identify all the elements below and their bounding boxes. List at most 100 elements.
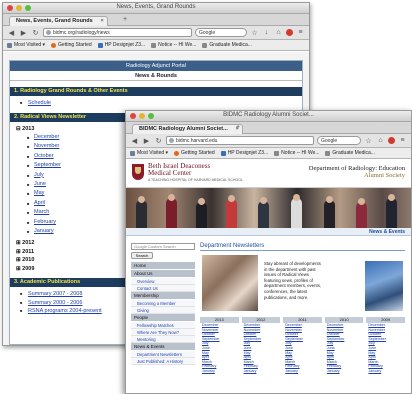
url-bar[interactable]: bidmc.org/radiology/news xyxy=(43,28,192,37)
bookmark-hp-designjet[interactable]: HP Designjet Z3... xyxy=(97,42,145,48)
nav-item-history[interactable]: Just Published: A History xyxy=(131,358,195,365)
firefox-icon xyxy=(174,150,180,156)
photo-person-head xyxy=(260,197,267,204)
newsletter-month-link[interactable]: January xyxy=(200,369,239,374)
search-input[interactable]: Google xyxy=(195,28,247,37)
search-input[interactable]: Google xyxy=(317,136,361,145)
home-icon[interactable]: ⌂ xyxy=(376,136,385,145)
firefox-icon xyxy=(51,42,57,48)
bookmark-hp-designjet[interactable]: HP Designjet Z3... xyxy=(220,150,268,156)
portal-title: Radiology Adjunct Portal xyxy=(10,61,302,71)
photo-person xyxy=(226,199,237,228)
photo-person-head xyxy=(228,195,235,202)
home-icon[interactable]: ⌂ xyxy=(274,28,283,37)
photo-person xyxy=(258,201,269,228)
bookmark-graduate-medical[interactable]: Graduate Medica... xyxy=(325,150,375,156)
url-bar[interactable]: bidmc.harvard.edu xyxy=(166,136,314,145)
forward-icon[interactable]: ▶ xyxy=(19,28,28,37)
menu-icon[interactable]: ≡ xyxy=(398,136,407,145)
brand-name[interactable]: Beth Israel Deaconess Medical Center xyxy=(148,163,210,177)
url-text: bidmc.harvard.edu xyxy=(176,137,218,144)
bookmarks-toolbar: Most Visited ▾ Getting Started HP Design… xyxy=(126,148,411,159)
site-search-input[interactable]: Google Custom Search xyxy=(131,243,195,250)
menu-icon[interactable]: ≡ xyxy=(296,28,305,37)
newsletter-month-link[interactable]: January xyxy=(283,369,322,374)
nav-item-where-now[interactable]: Where Are They Now? xyxy=(131,329,195,336)
bookmark-most-visited[interactable]: Most Visited ▾ xyxy=(130,150,168,156)
nav-item-overview[interactable]: Overview xyxy=(131,278,195,285)
main-content: Department Newsletters Stay abreast of d… xyxy=(200,243,405,393)
title-bar[interactable]: News, Events, Grand Rounds xyxy=(3,3,309,14)
tab-news-events[interactable]: News, Events, Grand Rounds × xyxy=(9,16,108,26)
portal-subtitle: News & Rounds xyxy=(10,71,302,81)
newsletter-year-column: 2013 December November October September July… xyxy=(200,317,239,374)
newsletter-month-link[interactable]: January xyxy=(325,369,364,374)
bookmark-icon xyxy=(7,42,12,48)
content-description: Stay abreast of developments in the depa… xyxy=(264,261,322,300)
photo-person-head xyxy=(293,194,300,201)
newsletter-photo xyxy=(202,255,258,311)
download-icon[interactable]: ↓ xyxy=(262,28,271,37)
page-icon xyxy=(97,42,103,48)
back-icon[interactable]: ◀ xyxy=(130,136,139,145)
site-body: Google Custom Search Search Home About U… xyxy=(126,237,411,393)
photo-person xyxy=(196,202,207,228)
nav-header-news[interactable]: News & Events xyxy=(131,343,195,351)
window-title: News, Events, Grand Rounds xyxy=(116,4,196,10)
star-icon[interactable]: ☆ xyxy=(250,28,259,37)
tab-alumni-society[interactable]: BIDMC Radiology Alumni Societ... × xyxy=(132,124,243,134)
tab-bar: News, Events, Grand Rounds × + xyxy=(3,14,309,26)
bookmark-most-visited[interactable]: Most Visited ▾ xyxy=(7,42,45,48)
photo-person xyxy=(356,202,367,228)
bookmark-notice[interactable]: Notice -- HI We... xyxy=(151,42,196,48)
page-icon xyxy=(220,150,226,156)
newsletter-month-link[interactable]: January xyxy=(366,369,405,374)
link-schedule[interactable]: Schedule xyxy=(20,99,302,108)
bidmc-shield-logo[interactable] xyxy=(132,164,144,180)
bookmark-getting-started[interactable]: Getting Started xyxy=(174,150,215,156)
nav-header-membership[interactable]: Membership xyxy=(131,292,195,300)
site-header: Beth Israel Deaconess Medical Center A T… xyxy=(126,160,411,188)
newsletter-year-column: 2012 December November October September July… xyxy=(241,317,281,374)
addon-icon[interactable] xyxy=(388,137,395,144)
bookmark-notice[interactable]: Notice -- HI We... xyxy=(274,150,319,156)
nav-item-newsletters[interactable]: Department Newsletters xyxy=(131,351,195,358)
star-icon[interactable]: ☆ xyxy=(364,136,373,145)
page-icon xyxy=(274,150,280,156)
site-search-button[interactable]: Search xyxy=(131,252,153,259)
newsletter-month-link[interactable]: January xyxy=(242,369,281,374)
nav-item-giving[interactable]: Giving xyxy=(131,307,195,314)
photo-person-head xyxy=(138,196,145,203)
site-identity-icon xyxy=(46,30,51,35)
photo-person-head xyxy=(198,198,205,205)
bookmark-graduate-medical[interactable]: Graduate Medica... xyxy=(202,42,252,48)
search-placeholder: Google xyxy=(321,138,338,144)
nav-header-about[interactable]: About Us xyxy=(131,270,195,278)
page-icon xyxy=(325,150,331,156)
bookmark-getting-started[interactable]: Getting Started xyxy=(51,42,92,48)
navigation-toolbar: ◀ ▶ ↻ bidmc.org/radiology/news Google ☆ … xyxy=(3,26,309,40)
new-tab-icon[interactable]: + xyxy=(236,124,240,131)
reload-icon[interactable]: ↻ xyxy=(31,28,40,37)
title-bar[interactable]: BIDMC Radiology Alumni Societ... xyxy=(126,111,411,122)
nav-item-becoming-member[interactable]: Becoming a Member xyxy=(131,300,195,307)
close-tab-icon[interactable]: × xyxy=(101,18,104,24)
left-navigation: Google Custom Search Search Home About U… xyxy=(131,243,195,365)
section-nav-label[interactable]: News & Events xyxy=(126,228,411,236)
nav-header-home[interactable]: Home xyxy=(131,262,195,270)
brand-tagline: A TEACHING HOSPITAL OF HARVARD MEDICAL S… xyxy=(148,178,243,182)
back-icon[interactable]: ◀ xyxy=(7,28,16,37)
new-tab-icon[interactable]: + xyxy=(123,16,127,23)
nav-item-contact[interactable]: Contact Us xyxy=(131,285,195,292)
forward-icon[interactable]: ▶ xyxy=(142,136,151,145)
url-text: bidmc.org/radiology/news xyxy=(53,29,110,36)
page-icon xyxy=(151,42,157,48)
reload-icon[interactable]: ↻ xyxy=(154,136,163,145)
addon-icon[interactable] xyxy=(286,29,293,36)
photo-person xyxy=(324,200,335,228)
nav-item-mentoring[interactable]: Mentoring xyxy=(131,336,195,343)
photo-person xyxy=(291,198,302,228)
photo-person xyxy=(136,200,147,228)
nav-header-people[interactable]: People xyxy=(131,314,195,322)
nav-item-fellowship[interactable]: Fellowship Matches xyxy=(131,322,195,329)
